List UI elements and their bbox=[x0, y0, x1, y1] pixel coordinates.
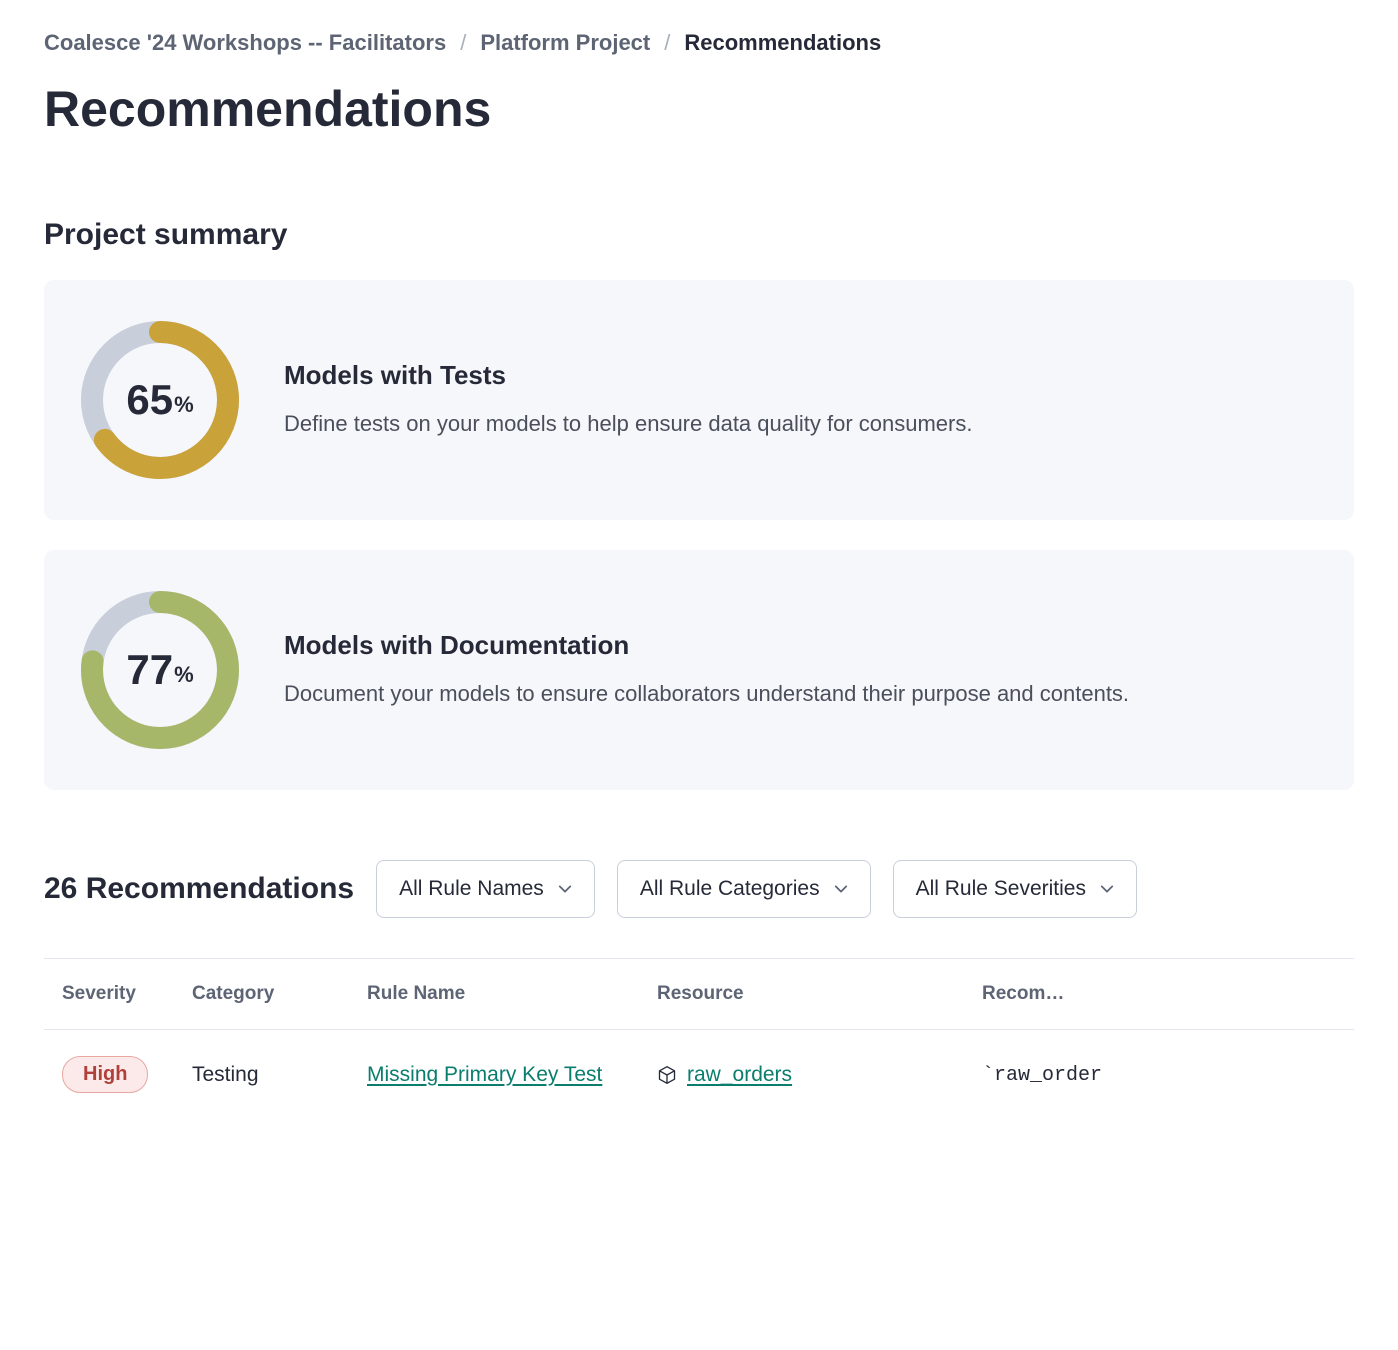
breadcrumb-separator: / bbox=[460, 30, 466, 56]
gauge-tests: 65 % bbox=[80, 320, 240, 480]
chevron-down-icon bbox=[1100, 882, 1114, 896]
project-summary-heading: Project summary bbox=[44, 218, 1354, 252]
rule-name-link[interactable]: Missing Primary Key Test bbox=[367, 1063, 602, 1086]
col-header-recommendation[interactable]: Recom… bbox=[964, 959, 1354, 1030]
filter-rule-names[interactable]: All Rule Names bbox=[376, 860, 595, 918]
breadcrumb-item[interactable]: Coalesce '24 Workshops -- Facilitators bbox=[44, 30, 446, 56]
col-header-severity[interactable]: Severity bbox=[44, 959, 174, 1030]
summary-card-description: Document your models to ensure collabora… bbox=[284, 677, 1318, 710]
page-title: Recommendations bbox=[44, 80, 1354, 138]
breadcrumb-current: Recommendations bbox=[684, 30, 881, 56]
recommendations-count-heading: 26 Recommendations bbox=[44, 872, 354, 906]
summary-card-description: Define tests on your models to help ensu… bbox=[284, 407, 1318, 440]
breadcrumb-separator: / bbox=[664, 30, 670, 56]
filter-label: All Rule Names bbox=[399, 877, 544, 901]
summary-card-title: Models with Documentation bbox=[284, 630, 1318, 661]
gauge-value: 77 bbox=[126, 646, 173, 694]
chevron-down-icon bbox=[834, 882, 848, 896]
gauge-value: 65 bbox=[126, 376, 173, 424]
gauge-percent-sign: % bbox=[174, 662, 194, 688]
col-header-resource[interactable]: Resource bbox=[639, 959, 964, 1030]
col-header-rule-name[interactable]: Rule Name bbox=[349, 959, 639, 1030]
gauge-documentation: 77 % bbox=[80, 590, 240, 750]
summary-card-title: Models with Tests bbox=[284, 360, 1318, 391]
summary-card-documentation: 77 % Models with Documentation Document … bbox=[44, 550, 1354, 790]
table-row: High Testing Missing Primary Key Test ra… bbox=[44, 1030, 1354, 1100]
breadcrumb-item[interactable]: Platform Project bbox=[480, 30, 650, 56]
recommendations-header: 26 Recommendations All Rule Names All Ru… bbox=[44, 860, 1354, 918]
summary-card-tests: 65 % Models with Tests Define tests on y… bbox=[44, 280, 1354, 520]
recommendation-snippet: `raw_order bbox=[982, 1064, 1102, 1087]
recommendations-table: Severity Category Rule Name Resource Rec… bbox=[44, 958, 1354, 1099]
chevron-down-icon bbox=[558, 882, 572, 896]
severity-badge-high: High bbox=[62, 1056, 148, 1093]
filter-rule-severities[interactable]: All Rule Severities bbox=[893, 860, 1137, 918]
col-header-category[interactable]: Category bbox=[174, 959, 349, 1030]
resource-link[interactable]: raw_orders bbox=[687, 1063, 792, 1087]
filter-rule-categories[interactable]: All Rule Categories bbox=[617, 860, 871, 918]
category-cell: Testing bbox=[174, 1030, 349, 1100]
model-icon bbox=[657, 1065, 677, 1085]
gauge-percent-sign: % bbox=[174, 392, 194, 418]
filter-label: All Rule Severities bbox=[916, 877, 1086, 901]
breadcrumb: Coalesce '24 Workshops -- Facilitators /… bbox=[44, 30, 1354, 56]
filter-label: All Rule Categories bbox=[640, 877, 820, 901]
